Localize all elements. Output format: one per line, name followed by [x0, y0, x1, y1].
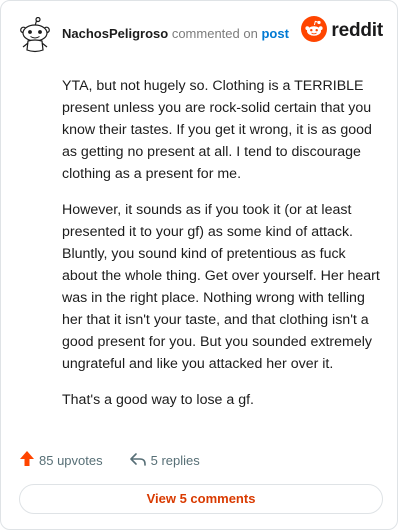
reddit-logo-icon — [301, 15, 328, 47]
upvote-button[interactable]: 85 upvotes — [19, 450, 103, 470]
post-link[interactable]: post — [261, 26, 288, 41]
comment-body: YTA, but not hugely so. Clothing is a TE… — [62, 75, 380, 425]
comment-actions: 85 upvotes 5 replies — [19, 449, 200, 471]
comment-card: NachosPeligroso commented on post reddit — [0, 0, 398, 530]
replies-button[interactable]: 5 replies — [129, 451, 200, 470]
upvote-count: 85 upvotes — [39, 452, 103, 468]
username-link[interactable]: NachosPeligroso — [62, 26, 168, 41]
reddit-brand[interactable]: reddit — [301, 15, 383, 47]
comment-header: NachosPeligroso commented on post reddit — [19, 15, 383, 53]
comment-paragraph: YTA, but not hugely so. Clothing is a TE… — [62, 78, 372, 182]
upvote-arrow-icon — [19, 450, 35, 470]
comment-meta: NachosPeligroso commented on post — [62, 26, 289, 42]
comment-paragraph: However, it sounds as if you took it (or… — [62, 202, 380, 372]
snoo-avatar-icon[interactable] — [19, 16, 51, 53]
action-text: commented on — [171, 26, 258, 41]
view-comments-button[interactable]: View 5 comments — [19, 484, 383, 514]
reply-arrow-icon — [129, 451, 147, 470]
comment-paragraph: That's a good way to lose a gf. — [62, 392, 254, 408]
reddit-wordmark: reddit — [331, 20, 383, 41]
reply-count: 5 replies — [150, 452, 200, 468]
